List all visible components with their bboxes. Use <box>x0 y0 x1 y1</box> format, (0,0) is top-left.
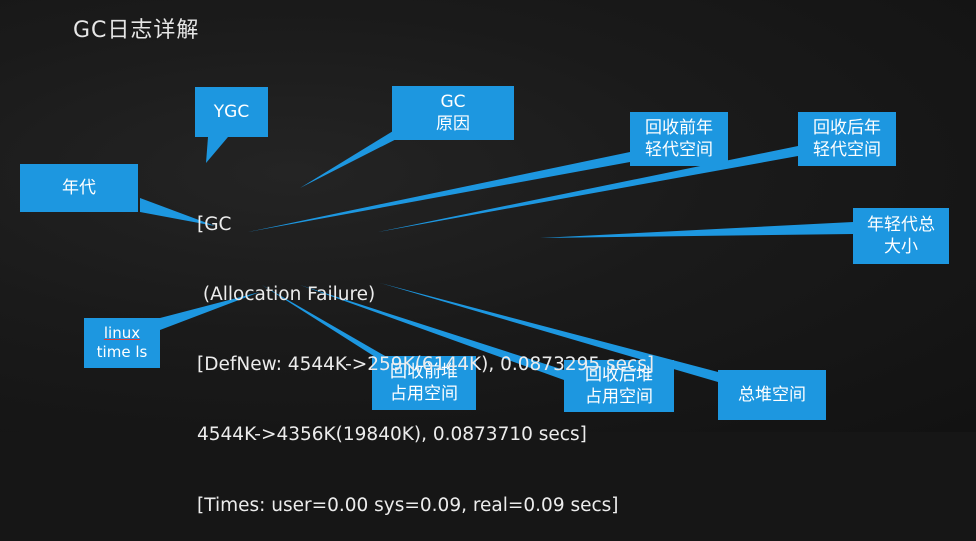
log-line-gc: [GC <box>197 213 232 235</box>
log-line-reason: (Allocation Failure) <box>197 284 376 306</box>
log-line-times: [Times: user=0.00 sys=0.09, real=0.09 se… <box>197 494 619 516</box>
gc-reason-callout: GC 原因 <box>392 86 514 140</box>
young-after-label-line2: 轻代空间 <box>813 140 881 160</box>
ygc-label: YGC <box>213 102 250 122</box>
linux-time-callout: linux time ls <box>84 318 160 368</box>
young-after-label-line1: 回收后年 <box>813 118 881 138</box>
generation-callout: 年代 <box>20 164 138 212</box>
gc-reason-label-line1: GC <box>440 92 466 112</box>
gc-reason-label-line2: 原因 <box>436 114 470 134</box>
heap-total-callout: 总堆空间 <box>718 370 826 420</box>
young-total-label-line1: 年轻代总 <box>867 215 935 235</box>
linux-time-label-line2: time ls <box>96 343 148 361</box>
ygc-callout: YGC <box>195 87 268 137</box>
young-before-label-line1: 回收前年 <box>645 118 713 138</box>
young-before-callout: 回收前年 轻代空间 <box>630 112 728 166</box>
log-line-defnew: [DefNew: 4544K->259K(6144K), 0.0873295 s… <box>197 354 655 376</box>
heap-total-label: 总堆空间 <box>738 385 806 405</box>
young-total-callout: 年轻代总 大小 <box>853 208 949 264</box>
young-total-label-line2: 大小 <box>884 237 918 257</box>
young-before-label-line2: 轻代空间 <box>645 140 713 160</box>
linux-time-label-line1: linux <box>103 324 141 342</box>
young-after-callout: 回收后年 轻代空间 <box>798 112 896 166</box>
log-line-heap: 4544K->4356K(19840K), 0.0873710 secs] <box>197 424 587 446</box>
gc-log-text: [GC (Allocation Failure) [DefNew: 4544K-… <box>197 166 654 541</box>
generation-label: 年代 <box>62 178 96 198</box>
ygc-pointer <box>206 137 228 163</box>
